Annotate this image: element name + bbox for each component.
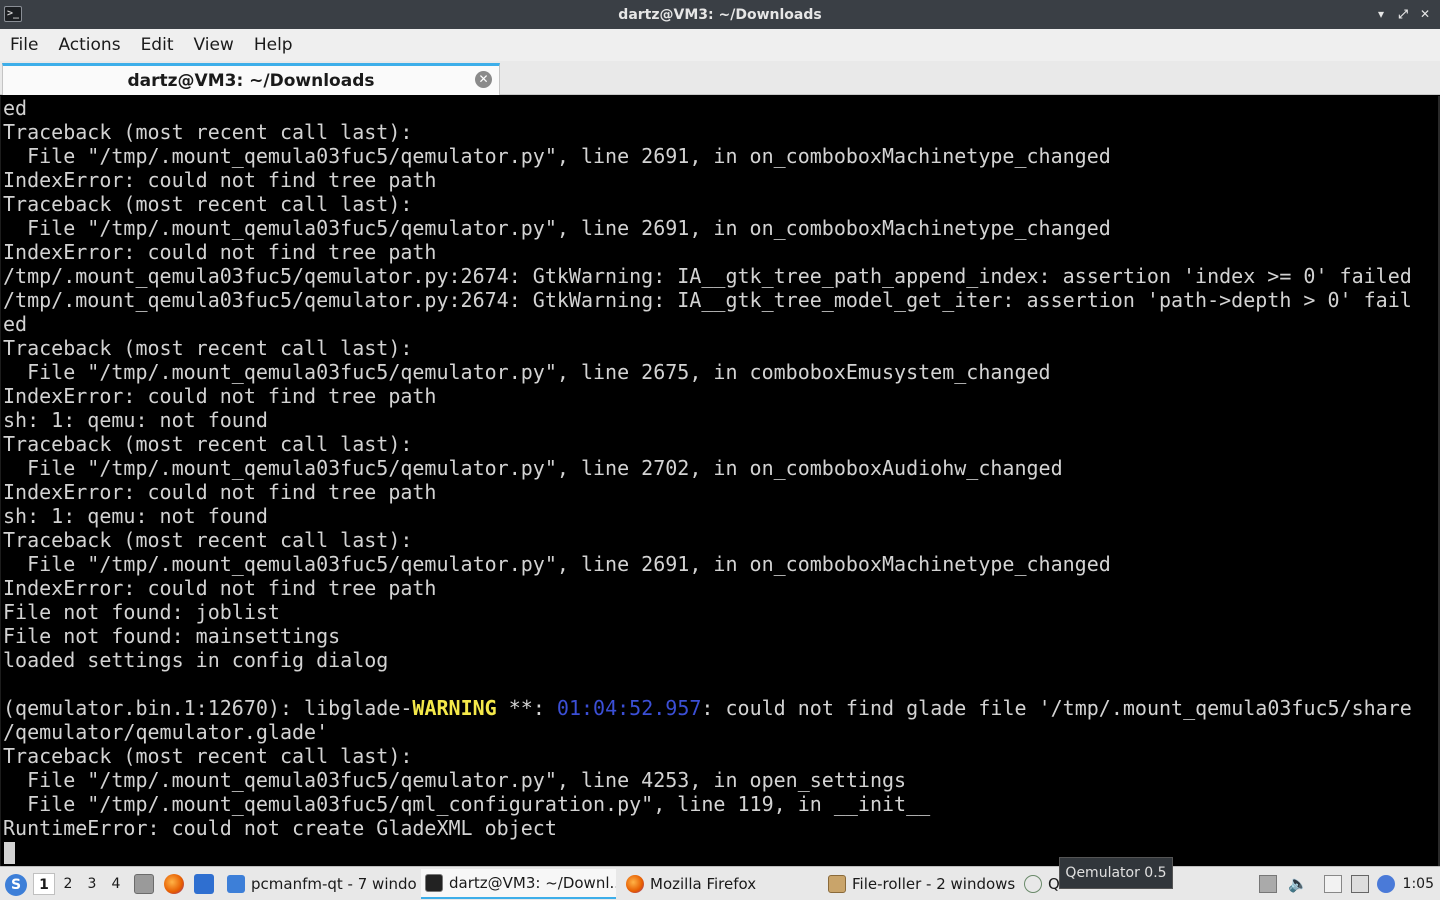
- terminal-line: IndexError: could not find tree path: [3, 240, 437, 264]
- task-file-roller[interactable]: File-roller - 2 windows: [824, 869, 1019, 899]
- window-title: dartz@VM3: ~/Downloads: [618, 6, 822, 23]
- terminal-icon: [425, 874, 443, 892]
- network-icon[interactable]: [1351, 875, 1369, 893]
- task-label: pcmanfm-qt - 7 windo...: [251, 875, 416, 893]
- terminal-line: File "/tmp/.mount_qemula03fuc5/qemulator…: [3, 456, 1063, 480]
- notification-icon[interactable]: [1377, 875, 1395, 893]
- window-controls: ▾ ⤢ ✕: [1374, 5, 1432, 23]
- firefox-icon: [626, 875, 644, 893]
- menu-actions[interactable]: Actions: [48, 29, 130, 61]
- terminal-line: ed: [3, 312, 28, 336]
- task-terminal[interactable]: dartz@VM3: ~/Downl...: [421, 869, 616, 899]
- task-label: Mozilla Firefox: [650, 875, 757, 893]
- menu-help[interactable]: Help: [244, 29, 303, 61]
- terminal-cursor: [4, 842, 15, 864]
- menu-view[interactable]: View: [183, 29, 243, 61]
- file-manager-launcher-icon[interactable]: [134, 874, 154, 894]
- terminal-line: IndexError: could not find tree path: [3, 576, 437, 600]
- terminal-line: File "/tmp/.mount_qemula03fuc5/qemulator…: [3, 552, 1111, 576]
- folder-icon: [227, 875, 245, 893]
- menu-file[interactable]: File: [0, 29, 48, 61]
- start-menu-icon[interactable]: S: [5, 874, 27, 896]
- clock[interactable]: 1:05: [1403, 867, 1434, 900]
- terminal-line: loaded settings in config dialog: [3, 648, 389, 672]
- qemulator-icon: [1024, 875, 1042, 893]
- terminal-line: File not found: mainsettings: [3, 624, 341, 648]
- desktop-3-button[interactable]: 3: [81, 873, 103, 895]
- terminal-line: File "/tmp/.mount_qemula03fuc5/qml_confi…: [3, 792, 931, 816]
- maximize-button[interactable]: ⤢: [1396, 5, 1410, 23]
- terminal-line: Traceback (most recent call last):: [3, 192, 413, 216]
- eject-icon[interactable]: [1259, 875, 1277, 893]
- desktop-2-button[interactable]: 2: [57, 873, 79, 895]
- warning-keyword: WARNING: [412, 696, 497, 720]
- close-button[interactable]: ✕: [1418, 5, 1432, 23]
- tab-terminal[interactable]: dartz@VM3: ~/Downloads ✕: [2, 63, 500, 95]
- tab-close-icon[interactable]: ✕: [475, 71, 492, 88]
- warning-prefix: (qemulator.bin.1:12670): libglade-: [3, 696, 413, 720]
- terminal-line: IndexError: could not find tree path: [3, 384, 437, 408]
- terminal-line: RuntimeError: could not create GladeXML …: [3, 816, 557, 840]
- desktop-1-button[interactable]: 1: [33, 873, 55, 895]
- task-pcmanfm[interactable]: pcmanfm-qt - 7 windo...: [223, 869, 416, 899]
- terminal-line: File "/tmp/.mount_qemula03fuc5/qemulator…: [3, 360, 1051, 384]
- terminal-app-icon[interactable]: >_: [4, 6, 22, 22]
- terminal-line: sh: 1: qemu: not found: [3, 504, 268, 528]
- menu-bar: File Actions Edit View Help: [0, 29, 1440, 61]
- terminal-line: File not found: joblist: [3, 600, 280, 624]
- task-firefox[interactable]: Mozilla Firefox: [622, 869, 817, 899]
- terminal-line: /tmp/.mount_qemula03fuc5/qemulator.py:26…: [3, 264, 1412, 288]
- terminal-line: ed: [3, 96, 28, 120]
- warning-timestamp: 01:04:52.957: [556, 696, 702, 720]
- task-label: File-roller - 2 windows: [852, 875, 1016, 893]
- terminal-line: /qemulator/qemulator.glade': [3, 720, 329, 744]
- tooltip: Qemulator 0.5: [1059, 857, 1173, 889]
- warning-message: : could not find glade file '/tmp/.mount…: [701, 696, 1412, 720]
- terminal-warning-line: (qemulator.bin.1:12670): libglade-WARNIN…: [3, 696, 1412, 720]
- task-qemulator[interactable]: Qe: [1020, 869, 1060, 899]
- window-titlebar[interactable]: >_ dartz@VM3: ~/Downloads ▾ ⤢ ✕: [0, 0, 1440, 29]
- terminal-line: File "/tmp/.mount_qemula03fuc5/qemulator…: [3, 768, 907, 792]
- terminal-line: Traceback (most recent call last):: [3, 432, 413, 456]
- task-label: dartz@VM3: ~/Downl...: [449, 874, 616, 892]
- warning-separator: **:: [496, 696, 557, 720]
- terminal-line: IndexError: could not find tree path: [3, 168, 437, 192]
- desktop-launcher-icon[interactable]: [194, 874, 214, 894]
- terminal-line: File "/tmp/.mount_qemula03fuc5/qemulator…: [3, 144, 1111, 168]
- tab-bar: dartz@VM3: ~/Downloads ✕: [0, 61, 1440, 95]
- terminal-line: Traceback (most recent call last):: [3, 744, 413, 768]
- firefox-launcher-icon[interactable]: [164, 874, 184, 894]
- menu-edit[interactable]: Edit: [131, 29, 184, 61]
- terminal-line: /tmp/.mount_qemula03fuc5/qemulator.py:26…: [3, 288, 1412, 312]
- taskbar: S 1 2 3 4 pcmanfm-qt - 7 windo... dartz@…: [0, 866, 1440, 900]
- clipboard-icon[interactable]: [1324, 875, 1342, 893]
- archive-icon: [828, 875, 846, 893]
- terminal-line: IndexError: could not find tree path: [3, 480, 437, 504]
- terminal-output[interactable]: ed Traceback (most recent call last): Fi…: [0, 96, 1440, 866]
- terminal-line: File "/tmp/.mount_qemula03fuc5/qemulator…: [3, 216, 1111, 240]
- tab-label: dartz@VM3: ~/Downloads: [127, 70, 375, 91]
- terminal-line: Traceback (most recent call last):: [3, 528, 413, 552]
- volume-icon[interactable]: 🔈: [1288, 875, 1308, 893]
- terminal-line: sh: 1: qemu: not found: [3, 408, 268, 432]
- minimize-button[interactable]: ▾: [1374, 5, 1388, 23]
- terminal-line: Traceback (most recent call last):: [3, 120, 413, 144]
- desktop-4-button[interactable]: 4: [105, 873, 127, 895]
- terminal-line: Traceback (most recent call last):: [3, 336, 413, 360]
